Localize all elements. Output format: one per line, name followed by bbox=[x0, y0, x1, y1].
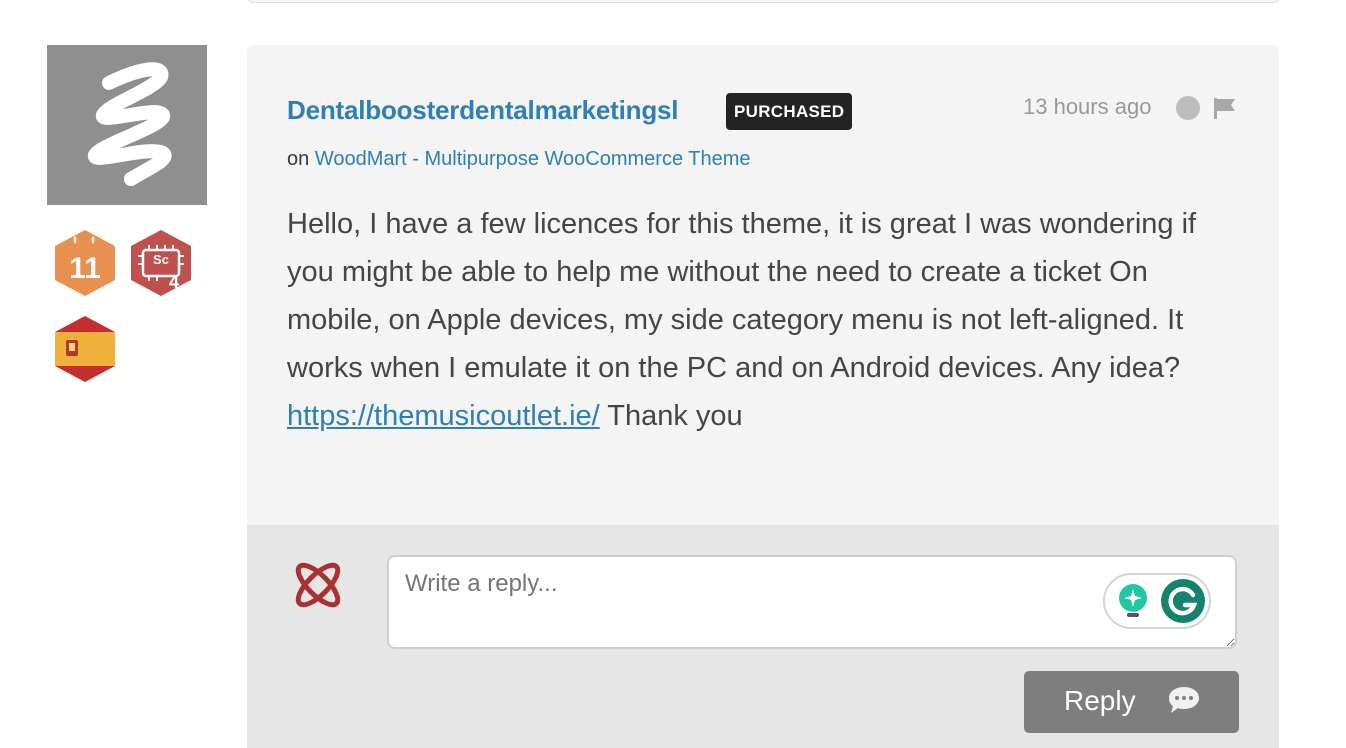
scribble-logo-icon bbox=[87, 62, 172, 186]
years-member-badge[interactable]: 11 bbox=[53, 228, 117, 298]
author-avatar[interactable] bbox=[47, 45, 207, 205]
status-dot-icon bbox=[1176, 96, 1200, 120]
purchased-badge: PURCHASED bbox=[726, 93, 853, 130]
comment-body-link[interactable]: https://themusicoutlet.ie/ bbox=[287, 400, 600, 432]
comment-body-text-end: Thank you bbox=[599, 400, 743, 432]
reply-button-label: Reply bbox=[1064, 685, 1136, 716]
comment-card: Dentalboosterdentalmarketingsl PURCHASED… bbox=[247, 45, 1279, 525]
sales-level-badge[interactable]: Sc 4 bbox=[129, 228, 193, 298]
previous-comment-edge bbox=[247, 0, 1280, 3]
comment-body: Hello, I have a few licences for this th… bbox=[287, 200, 1237, 440]
reply-section: Reply bbox=[247, 525, 1279, 748]
current-user-avatar[interactable] bbox=[291, 558, 345, 612]
comment-body-text: Hello, I have a few licences for this th… bbox=[287, 208, 1197, 384]
on-prefix: on bbox=[287, 148, 310, 170]
grammarly-widget[interactable] bbox=[1103, 573, 1211, 629]
comment-item-context: on WoodMart - Multipurpose WooCommerce T… bbox=[287, 148, 751, 171]
country-badge[interactable] bbox=[53, 314, 117, 384]
report-flag-icon[interactable] bbox=[1211, 96, 1239, 120]
sales-badge-level: 4 bbox=[169, 272, 180, 292]
years-badge-number: 11 bbox=[69, 252, 101, 285]
grammarly-g-icon[interactable] bbox=[1159, 577, 1207, 625]
reply-button[interactable]: Reply bbox=[1024, 671, 1239, 733]
comment-author-name[interactable]: Dentalboosterdentalmarketingsl bbox=[287, 95, 679, 126]
lightbulb-icon[interactable] bbox=[1117, 583, 1149, 621]
spain-flag-icon bbox=[55, 316, 115, 382]
sales-badge-label: Sc bbox=[153, 252, 169, 267]
item-link[interactable]: WoodMart - Multipurpose WooCommerce Them… bbox=[315, 148, 751, 170]
comment-timestamp[interactable]: 13 hours ago bbox=[1023, 94, 1151, 120]
speech-bubble-icon bbox=[1169, 687, 1199, 713]
